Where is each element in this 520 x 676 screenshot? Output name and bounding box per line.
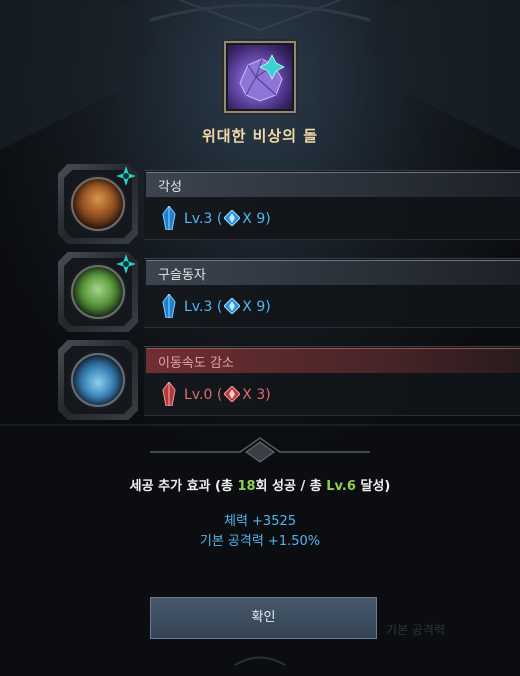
item-title: 위대한 비상의 돌 (201, 127, 319, 145)
multiplier-text: X 9 (242, 299, 266, 315)
engraving-row-move-speed-reduction: 이동속도 감소 Lv.0 (X 3) (58, 340, 520, 420)
blue-crystal-icon (162, 206, 176, 230)
achieved-level: Lv.6 (326, 479, 356, 494)
level-text: Lv.3 (184, 299, 213, 315)
red-gem-icon (224, 386, 241, 402)
level-text: Lv.3 (184, 211, 213, 227)
blue-gem-icon (224, 298, 241, 314)
slow-boot-portrait-icon (71, 353, 125, 407)
row-header (146, 172, 520, 197)
engraving-row-orb-figure: 구슬동자 Lv.3 (X 9) (58, 252, 520, 332)
background-text: 기본 공격력 (386, 623, 446, 637)
red-crystal-icon (162, 382, 176, 406)
stat-line: 체력 +3525 (223, 514, 297, 529)
confirm-button[interactable]: 확인 (150, 597, 377, 639)
engraving-name: 이동속도 감소 (158, 356, 234, 371)
success-count: 18 (237, 479, 256, 494)
engraving-name: 각성 (158, 180, 182, 195)
multiplier-text: X 9 (242, 211, 266, 227)
blue-crystal-icon (162, 294, 176, 318)
item-icon (224, 41, 296, 113)
stat-line: 기본 공격력 +1.50% (199, 534, 321, 549)
level-text: Lv.0 (184, 387, 213, 403)
engraving-row-awakening: 각성 Lv.3 (X 9) (58, 164, 520, 244)
sparkle-marker-icon (116, 254, 136, 274)
multiplier-text: X 3 (242, 387, 266, 403)
purple-stone-icon (239, 54, 285, 102)
blue-gem-icon (224, 210, 241, 226)
sparkle-marker-icon (116, 166, 136, 186)
bonus-heading: 세공 추가 효과 (총 18회 성공 / 총 Lv.6 달성) (129, 479, 391, 494)
engraving-name: 구슬동자 (158, 268, 206, 283)
